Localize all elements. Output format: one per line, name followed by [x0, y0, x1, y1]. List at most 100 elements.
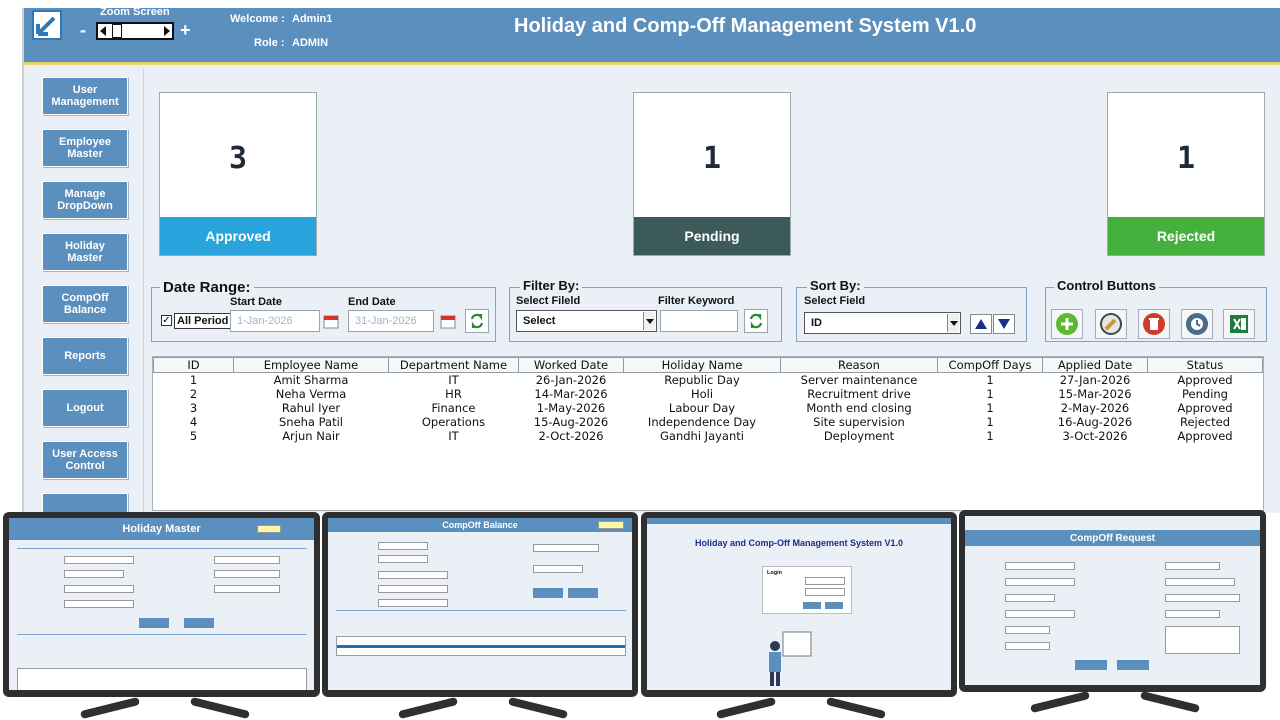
sidebar-item-user-management[interactable]: User Management	[42, 77, 128, 115]
thumbnail-remarks-box	[1165, 626, 1240, 654]
end-date-calendar-icon[interactable]	[437, 310, 459, 332]
filter-keyword-input[interactable]	[660, 310, 738, 332]
cell-reason: Month end closing	[806, 401, 912, 415]
thumbnail-field	[1005, 642, 1050, 650]
thumbnail-field	[1005, 562, 1075, 570]
zoom-slider-thumb[interactable]	[112, 24, 122, 38]
cell-employee-name: Amit Sharma	[273, 373, 349, 387]
thumbnail-stand-left	[79, 696, 141, 720]
col-department-name[interactable]: Department Name	[388, 357, 519, 373]
filter-group: Filter By: Select Fileld Filter Keyword …	[509, 278, 782, 342]
sidebar-item-user-access-control[interactable]: User Access Control	[42, 441, 128, 479]
sort-ascending-icon[interactable]	[970, 314, 992, 334]
sort-descending-icon[interactable]	[993, 314, 1015, 334]
thumbnail-field	[1005, 610, 1075, 618]
sidebar-item-holiday-master[interactable]: Holiday Master	[42, 233, 128, 271]
export-excel-button[interactable]	[1223, 309, 1255, 339]
thumbnail-button	[568, 588, 598, 598]
zoom-right-arrow-icon[interactable]	[164, 26, 170, 36]
thumbnail-separator	[336, 610, 626, 611]
sidebar-item-reports[interactable]: Reports	[42, 337, 128, 375]
sort-field-select[interactable]: ID	[804, 312, 961, 334]
rejected-card: 1 Rejected	[1107, 92, 1265, 256]
edit-button[interactable]	[1095, 309, 1127, 339]
filter-refresh-icon[interactable]	[744, 309, 768, 333]
all-period-checkbox[interactable]: ✓	[161, 315, 172, 326]
thumbnail-field	[64, 585, 134, 593]
thumbnail-field	[64, 600, 134, 608]
thumbnail-compoff-request-title: CompOff Request	[965, 530, 1260, 546]
date-range-title: Date Range:	[160, 279, 254, 296]
cell-id: 4	[189, 415, 198, 429]
app-logo-icon	[32, 10, 62, 40]
col-reason[interactable]: Reason	[780, 357, 938, 373]
thumbnail-button	[533, 588, 563, 598]
col-applied-date[interactable]: Applied Date	[1042, 357, 1148, 373]
thumbnail-field	[533, 544, 599, 552]
thumbnail-header-bar	[647, 518, 951, 524]
col-compoff-days[interactable]: CompOff Days	[937, 357, 1043, 373]
welcome-label: Welcome :	[230, 13, 285, 25]
table-row[interactable]: 3 Rahul Iyer Finance 1-May-2026 Labour D…	[154, 401, 1263, 415]
chevron-down-icon[interactable]	[947, 314, 959, 332]
pencil-icon	[1100, 313, 1122, 335]
end-date-input[interactable]: 31-Jan-2026	[348, 310, 434, 332]
thumbnail-field	[214, 570, 280, 578]
start-date-input[interactable]: 1-Jan-2026	[230, 310, 320, 332]
col-worked-date[interactable]: Worked Date	[518, 357, 624, 373]
thumbnail-field	[378, 555, 428, 563]
pending-label: Pending	[634, 217, 790, 255]
thumbnail-stand-right	[189, 696, 251, 720]
filter-field-select[interactable]: Select	[516, 310, 657, 332]
role-value: ADMIN	[292, 37, 329, 49]
app-header: Zoom Screen - + Welcome : Admin1 Role : …	[24, 6, 1280, 65]
sidebar-item-employee-master[interactable]: Employee Master	[42, 129, 128, 167]
zoom-slider[interactable]	[96, 22, 174, 40]
cell-holiday-name: Republic Day	[664, 373, 740, 387]
thumbnail-button	[1117, 660, 1149, 670]
zoom-left-arrow-icon[interactable]	[100, 26, 106, 36]
thumbnail-compoff-request-screen: CompOff Request	[965, 516, 1260, 685]
sidebar-item-logout[interactable]: Logout	[42, 389, 128, 427]
sidebar-item-manage-dropdown[interactable]: Manage DropDown	[42, 181, 128, 219]
excel-icon	[1230, 315, 1248, 333]
add-button[interactable]	[1051, 309, 1083, 339]
start-date-label: Start Date	[230, 296, 282, 308]
compoff-requests-table[interactable]: ID Employee Name Department Name Worked …	[152, 356, 1264, 511]
welcome-user: Admin1	[292, 13, 333, 25]
thumbnail-field	[64, 556, 134, 564]
cell-department-name: Finance	[431, 401, 476, 415]
thumbnail-compoff-balance-screen: CompOff Balance	[328, 518, 632, 690]
thumbnail-button	[1075, 660, 1107, 670]
cell-worked-date: 26-Jan-2026	[535, 373, 607, 387]
cell-holiday-name: Labour Day	[668, 401, 736, 415]
col-employee-name[interactable]: Employee Name	[233, 357, 389, 373]
cell-department-name: Operations	[421, 415, 486, 429]
chevron-down-icon[interactable]	[643, 312, 655, 330]
all-period-label[interactable]: All Period	[174, 313, 232, 329]
table-row[interactable]: 1 Amit Sharma IT 26-Jan-2026 Republic Da…	[154, 373, 1263, 387]
cell-status: Approved	[1177, 429, 1233, 443]
table-row[interactable]: 5 Arjun Nair IT 2-Oct-2026 Gandhi Jayant…	[154, 429, 1263, 443]
table-row[interactable]: 2 Neha Verma HR 14-Mar-2026 Holi Recruit…	[154, 387, 1263, 401]
thumbnail-field	[1165, 578, 1235, 586]
table-row[interactable]: 4 Sneha Patil Operations 15-Aug-2026 Ind…	[154, 415, 1263, 429]
col-id[interactable]: ID	[153, 357, 234, 373]
export-pdf-button[interactable]	[1181, 309, 1213, 339]
start-date-calendar-icon[interactable]	[320, 310, 342, 332]
thumbnail-selected-row	[337, 645, 625, 648]
thumbnail-field	[214, 585, 280, 593]
col-holiday-name[interactable]: Holiday Name	[623, 357, 781, 373]
zoom-in-button[interactable]: +	[180, 20, 191, 41]
thumbnail-field	[1005, 626, 1050, 634]
main-window: Zoom Screen - + Welcome : Admin1 Role : …	[22, 6, 1280, 513]
thumbnail-login-screen: Holiday and Comp-Off Management System V…	[647, 518, 951, 690]
sidebar-item-compoff-balance[interactable]: CompOff Balance	[42, 285, 128, 323]
pending-card: 1 Pending	[633, 92, 791, 256]
date-refresh-icon[interactable]	[465, 309, 489, 333]
zoom-out-button[interactable]: -	[80, 20, 86, 41]
cell-applied-date: 15-Mar-2026	[1058, 387, 1132, 401]
sidebar-item-partial[interactable]	[42, 493, 128, 513]
delete-button[interactable]	[1138, 309, 1170, 339]
col-status[interactable]: Status	[1147, 357, 1263, 373]
